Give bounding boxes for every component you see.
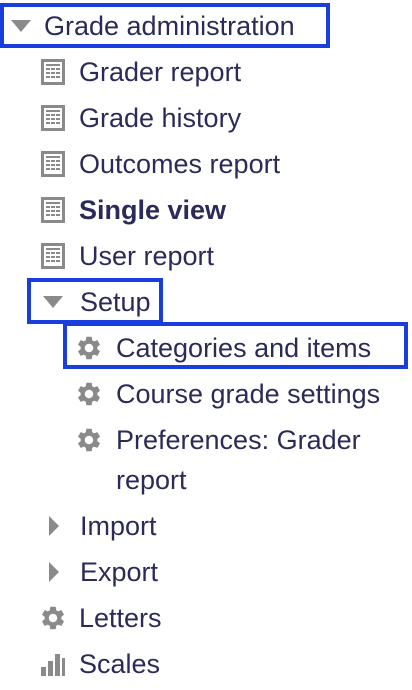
nav-item-label[interactable]: Preferences: Grader	[116, 424, 361, 456]
nav-item-setup[interactable]: Setup	[38, 282, 151, 322]
nav-item-scales[interactable]: Scales	[37, 644, 160, 684]
triangle-right-icon[interactable]	[44, 511, 64, 541]
report-icon	[37, 194, 69, 226]
nav-item-export[interactable]: Export	[44, 552, 158, 592]
nav-item-label[interactable]: report	[116, 464, 187, 496]
nav-item-preferences-grader-report[interactable]: Preferences: Grader	[73, 420, 361, 460]
gear-icon	[73, 378, 105, 410]
nav-item-letters[interactable]: Letters	[37, 598, 162, 638]
nav-item-label[interactable]: Grade history	[79, 102, 241, 134]
nav-item-import[interactable]: Import	[44, 506, 157, 546]
nav-item-grade-administration[interactable]: Grade administration	[6, 6, 295, 46]
nav-item-label[interactable]: Scales	[79, 648, 160, 680]
nav-item-label[interactable]: Import	[80, 510, 157, 542]
gear-icon	[73, 332, 105, 364]
nav-item-label[interactable]: Letters	[79, 602, 162, 634]
triangle-down-icon[interactable]	[38, 287, 68, 317]
triangle-right-icon[interactable]	[44, 557, 64, 587]
nav-item-preferences-grader-report-continued[interactable]: report	[116, 460, 187, 500]
report-icon	[37, 148, 69, 180]
bar-chart-icon	[37, 648, 69, 680]
gear-icon	[37, 602, 69, 634]
gear-icon	[73, 424, 105, 456]
nav-item-label[interactable]: Grade administration	[44, 10, 295, 42]
nav-item-grade-history[interactable]: Grade history	[37, 98, 241, 138]
nav-item-label[interactable]: User report	[79, 240, 214, 272]
nav-item-single-view[interactable]: Single view	[37, 190, 226, 230]
nav-item-outcomes-report[interactable]: Outcomes report	[37, 144, 280, 184]
report-icon	[37, 56, 69, 88]
report-icon	[37, 240, 69, 272]
nav-item-label[interactable]: Grader report	[79, 56, 241, 88]
nav-item-categories-and-items[interactable]: Categories and items	[73, 328, 371, 368]
nav-item-label[interactable]: Single view	[79, 194, 226, 226]
nav-item-label[interactable]: Categories and items	[116, 332, 371, 364]
nav-item-label[interactable]: Course grade settings	[116, 378, 380, 410]
nav-item-grader-report[interactable]: Grader report	[37, 52, 241, 92]
triangle-down-icon[interactable]	[6, 11, 36, 41]
nav-item-label[interactable]: Export	[80, 556, 158, 588]
nav-item-course-grade-settings[interactable]: Course grade settings	[73, 374, 380, 414]
nav-item-label[interactable]: Setup	[80, 286, 151, 318]
nav-item-label[interactable]: Outcomes report	[79, 148, 280, 180]
nav-item-user-report[interactable]: User report	[37, 236, 214, 276]
report-icon	[37, 102, 69, 134]
